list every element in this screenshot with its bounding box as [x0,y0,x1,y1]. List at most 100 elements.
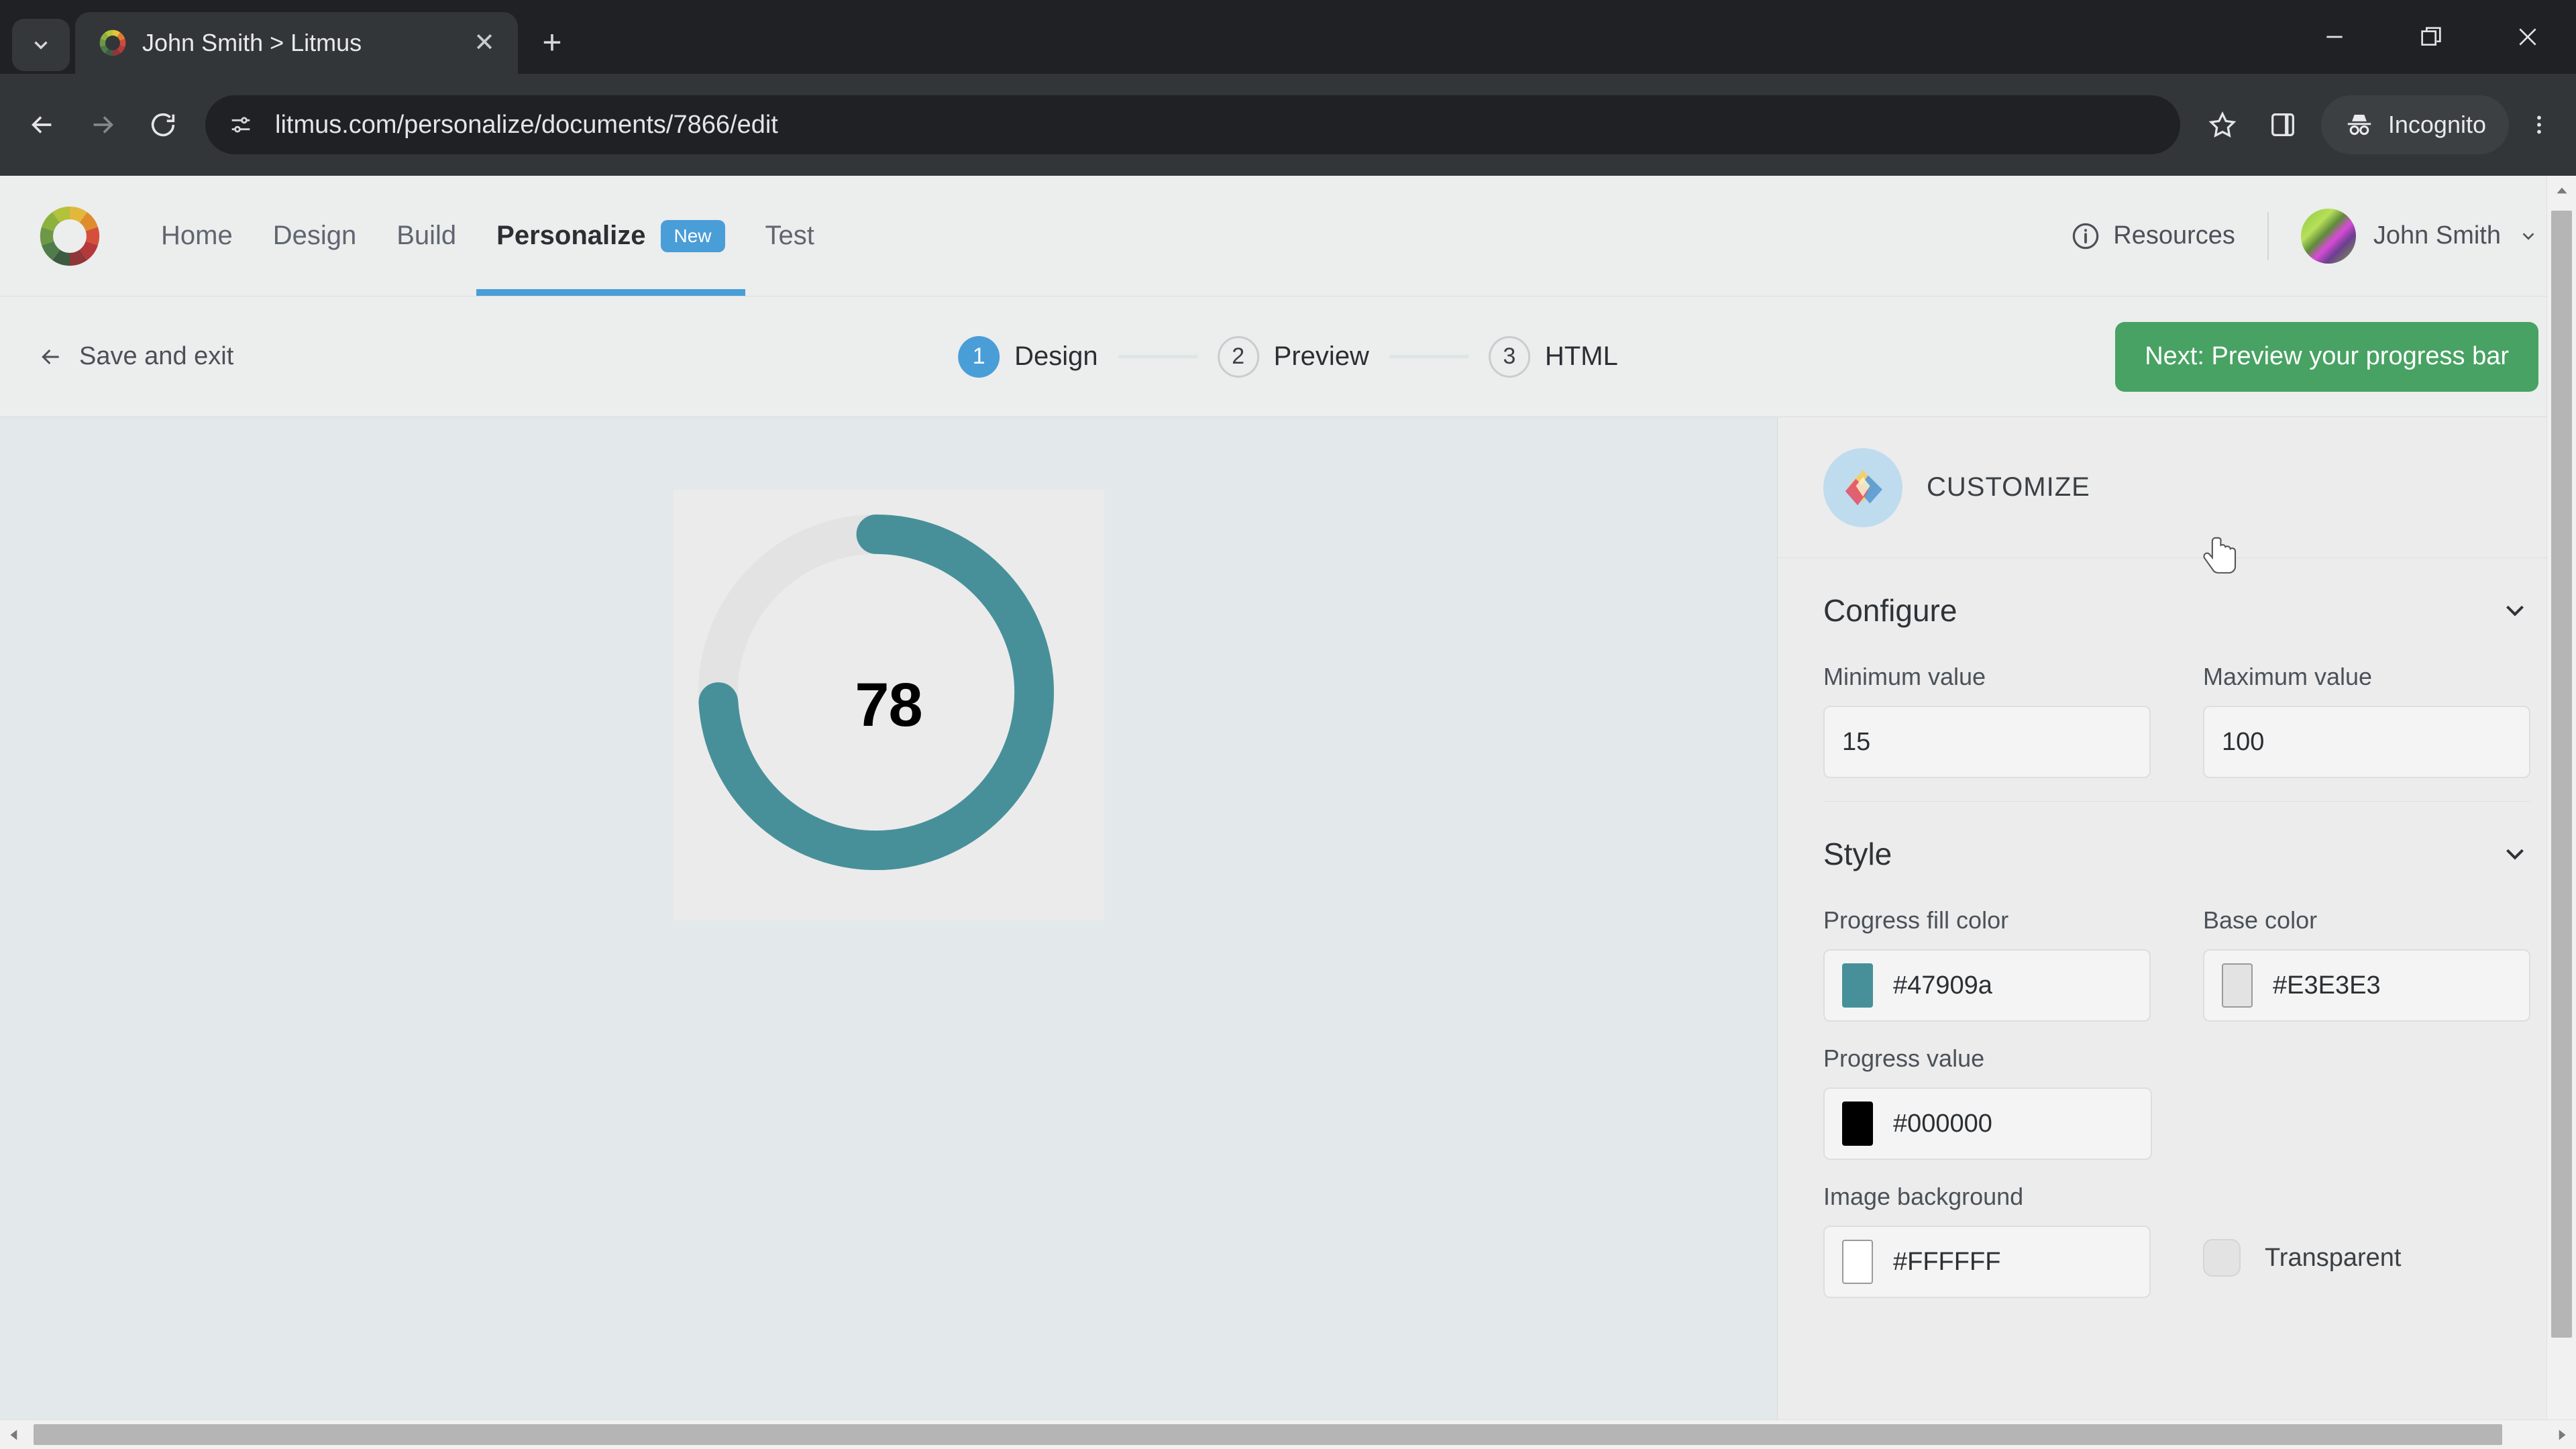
maximize-button[interactable] [2383,0,2479,74]
step-connector [1389,355,1468,358]
back-button[interactable] [13,96,71,154]
scroll-left-button[interactable] [0,1420,30,1449]
progress-value-color-label: Progress value [1823,1044,1985,1072]
progress-value-color-value: #000000 [1893,1109,1992,1138]
chevron-up-icon [2556,187,2567,194]
nav-item-label: Build [396,221,457,250]
step-number: 3 [1488,335,1530,378]
reload-button[interactable] [134,96,192,154]
nav-item-label: Test [765,221,814,250]
address-bar[interactable]: litmus.com/personalize/documents/7866/ed… [205,95,2180,154]
color-swatch[interactable] [1842,963,1873,1008]
chevron-down-icon[interactable] [2500,595,2530,626]
browser-tab[interactable]: John Smith > Litmus ✕ [75,12,518,74]
app-navbar: Home Design Build Personalize New Test R… [0,176,2576,297]
star-icon [2208,111,2237,138]
image-background-label: Image background [1823,1183,2024,1210]
incognito-hat-icon [2347,115,2371,136]
style-color-row-2: Progress value #000000 [1823,1044,2530,1160]
minimum-value-input[interactable]: 15 [1823,706,2151,778]
chevron-down-icon [2522,232,2534,240]
nav-item-design[interactable]: Design [253,176,377,296]
page-viewport: Home Design Build Personalize New Test R… [0,176,2576,1449]
style-color-row-3: Image background #FFFFFF Transparent [1823,1183,2530,1298]
app-nav-links: Home Design Build Personalize New Test [141,176,835,296]
color-swatch[interactable] [1842,1102,1873,1146]
wizard-stepbar: Save and exit 1 Design 2 Preview 3 HTML … [0,297,2576,417]
base-color-value: #E3E3E3 [2273,971,2381,1000]
tab-strip: John Smith > Litmus ✕ + [0,0,2576,74]
progress-fill-color-input[interactable]: #47909a [1823,949,2151,1022]
step-connector [1118,355,1197,358]
new-badge: New [660,219,725,252]
minimize-button[interactable] [2286,0,2383,74]
sliders-icon [231,117,250,133]
side-panel-button[interactable] [2254,96,2312,154]
scroll-up-button[interactable] [2547,176,2576,205]
style-section-header[interactable]: Style [1823,802,2530,906]
page-settings-icon[interactable] [223,107,259,143]
nav-item-personalize[interactable]: Personalize New [476,176,745,296]
progress-value-text: 78 [855,670,922,739]
bookmark-button[interactable] [2194,96,2251,154]
base-color-input[interactable]: #E3E3E3 [2203,949,2530,1022]
customize-panel: CUSTOMIZE Configure Minimum value 15 Max… [1778,417,2576,1419]
litmus-color-wheel-icon [99,30,126,56]
vertical-scroll-thumb[interactable] [2551,211,2572,1338]
transparent-checkbox[interactable] [2203,1239,2241,1277]
transparent-checkbox-row[interactable]: Transparent [2203,1183,2530,1277]
maximize-icon [2421,27,2441,46]
page-vertical-scrollbar[interactable] [2546,176,2576,1419]
chevron-right-icon [2559,1429,2566,1440]
forward-arrow-icon [93,116,113,133]
horizontal-scroll-thumb[interactable] [34,1424,2502,1445]
app-nav-right: Resources John Smith [2070,208,2538,264]
close-icon [2519,28,2536,46]
page-horizontal-scrollbar[interactable] [0,1419,2576,1449]
minimize-icon [2326,36,2343,38]
progress-bar-preview-card[interactable]: 78 [673,490,1104,920]
nav-item-home[interactable]: Home [141,176,253,296]
maximum-value-input[interactable]: 100 [2203,706,2530,778]
image-background-input[interactable]: #FFFFFF [1823,1226,2151,1298]
style-title: Style [1823,837,1892,871]
customize-layers-icon [1823,447,1902,527]
configure-section-header[interactable]: Configure [1823,558,2530,663]
tab-search-button[interactable] [12,19,70,71]
step-number: 2 [1217,335,1259,378]
step-design[interactable]: 1 Design [958,335,1098,378]
step-preview[interactable]: 2 Preview [1217,335,1369,378]
nav-item-build[interactable]: Build [376,176,476,296]
resources-button[interactable]: Resources [2070,221,2267,252]
chevron-down-icon[interactable] [2500,839,2530,869]
step-label: HTML [1544,341,1618,371]
forward-button[interactable] [74,96,131,154]
minimum-value-field: Minimum value 15 [1823,663,2151,778]
nav-item-label: Design [272,221,357,250]
nav-item-test[interactable]: Test [745,176,835,296]
layers-diamond-icon [1845,470,1882,505]
configure-title: Configure [1823,593,1957,628]
litmus-color-wheel-logo[interactable] [38,204,102,268]
progress-value-color-input[interactable]: #000000 [1823,1087,2152,1160]
progress-value-color-field: Progress value #000000 [1823,1044,2152,1160]
image-background-field: Image background #FFFFFF [1823,1183,2151,1298]
color-swatch[interactable] [1842,1240,1873,1284]
save-and-exit-button[interactable]: Save and exit [38,342,233,371]
scroll-right-button[interactable] [2546,1420,2576,1449]
style-section: Style Progress fill color #47909a Base c… [1778,802,2576,1321]
tab-close-icon[interactable]: ✕ [468,27,500,59]
step-label: Preview [1273,341,1369,371]
info-circle-icon [2073,223,2099,249]
browser-menu-button[interactable] [2516,95,2563,155]
user-menu[interactable]: John Smith [2269,208,2538,264]
close-window-button[interactable] [2479,0,2576,74]
new-tab-button[interactable]: + [530,20,574,64]
color-swatch[interactable] [2222,963,2253,1008]
next-preview-button[interactable]: Next: Preview your progress bar [2115,321,2538,392]
step-html[interactable]: 3 HTML [1488,335,1618,378]
panel-header: CUSTOMIZE [1778,417,2576,558]
page-content: Home Design Build Personalize New Test R… [0,176,2576,1419]
progress-fill-color-value: #47909a [1893,971,1992,1000]
incognito-indicator[interactable]: Incognito [2320,95,2509,154]
